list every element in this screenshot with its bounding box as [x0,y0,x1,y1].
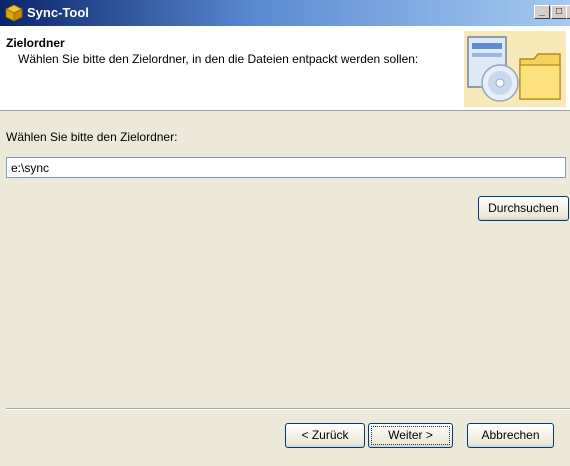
maximize-button[interactable]: □ [551,5,567,19]
next-button[interactable]: Weiter > [368,423,453,448]
close-button[interactable]: X [566,5,570,19]
page-title: Zielordner [6,36,65,50]
cancel-button[interactable]: Abbrechen [467,423,554,448]
app-box-icon [5,4,23,22]
minimize-button[interactable]: _ [534,5,550,19]
footer-divider [6,408,570,410]
browse-button[interactable]: Durchsuchen [478,196,569,221]
page-subtitle: Wählen Sie bitte den Zielordner, in den … [18,52,419,66]
back-button[interactable]: < Zurück [285,423,365,448]
install-graphic-icon [464,31,566,107]
folder-prompt-label: Wählen Sie bitte den Zielordner: [6,130,178,144]
target-folder-input[interactable] [6,157,566,178]
window-title: Sync-Tool [27,5,89,20]
wizard-header: Zielordner Wählen Sie bitte den Zielordn… [0,26,570,111]
title-bar[interactable]: Sync-Tool _ □ X [0,0,570,26]
